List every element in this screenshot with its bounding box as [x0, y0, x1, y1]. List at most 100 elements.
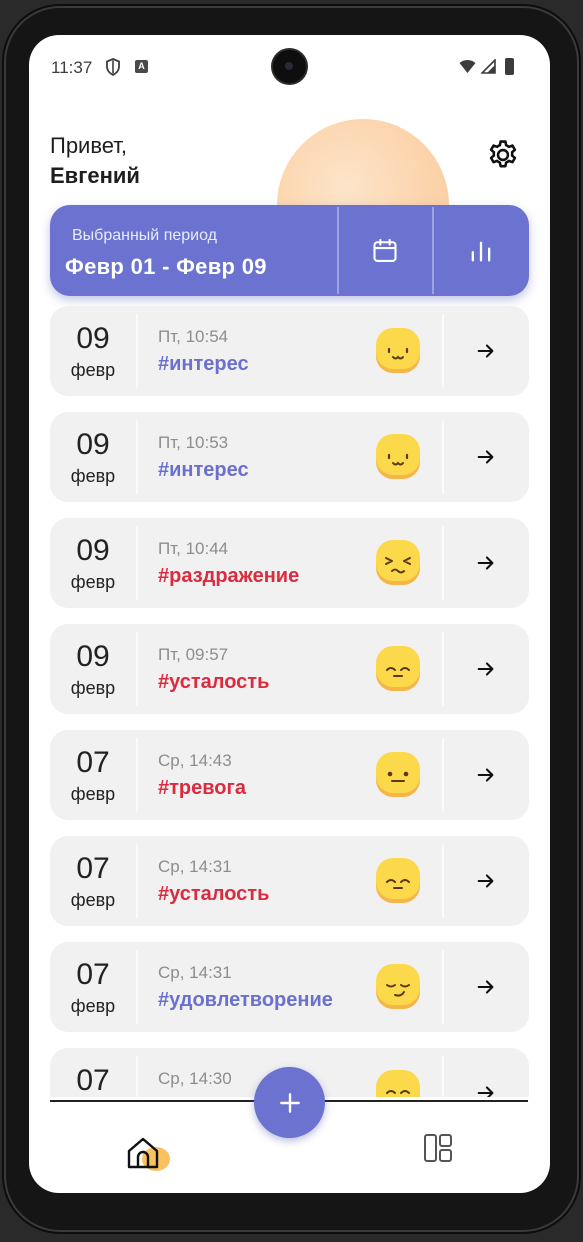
front-camera [273, 50, 306, 83]
nav-dashboard-tab[interactable] [421, 1131, 455, 1165]
entry-tag: #раздражение [158, 565, 300, 587]
entry-tag: #интерес [158, 459, 249, 481]
entry-card[interactable]: 09 февр Пт, 10:54 #интерес [50, 306, 529, 396]
bar-chart-icon [471, 241, 491, 262]
entry-time: Пт, 10:44 [158, 539, 229, 558]
arrow-right-icon [477, 980, 494, 994]
open-entry-button[interactable] [466, 542, 506, 584]
entry-tag: #усталость [158, 671, 270, 693]
divider [136, 844, 138, 918]
emoji-smile-icon [376, 434, 420, 479]
entry-day: 07 [76, 1064, 110, 1097]
divider [136, 950, 138, 1024]
divider [136, 1056, 138, 1097]
entry-tag: #удовлетворение [158, 989, 333, 1011]
arrow-right-icon [477, 874, 494, 888]
arrow-right-icon [477, 662, 494, 676]
status-bar: 11:37 A [29, 35, 550, 99]
home-icon [127, 1137, 170, 1171]
nav-home-tab[interactable] [123, 1129, 175, 1173]
entry-tag: #тревога [158, 777, 246, 799]
entry-day: 09 [76, 322, 110, 355]
divider [136, 632, 138, 706]
divider [432, 207, 434, 294]
arrow-right-icon [477, 556, 494, 570]
battery-icon [505, 58, 514, 75]
entry-month: февр [70, 784, 116, 804]
entry-card[interactable]: 09 февр Пт, 10:53 #интерес [50, 412, 529, 502]
user-name: Евгений [50, 163, 140, 188]
notification-icon: A [135, 60, 148, 73]
entry-time: Пт, 10:54 [158, 327, 229, 346]
entry-time: Ср, 14:31 [158, 857, 232, 876]
entry-time: Ср, 14:30 [158, 1069, 232, 1088]
open-entry-button[interactable] [466, 966, 506, 1008]
greeting: Привет, Евгений [50, 131, 140, 191]
entry-card[interactable]: 09 февр Пт, 10:44 #раздражение [50, 518, 529, 608]
divider [442, 844, 444, 918]
entry-time: Пт, 09:57 [158, 645, 229, 664]
open-entry-button[interactable] [466, 330, 506, 372]
greeting-text: Привет, [50, 133, 128, 158]
entry-month: февр [70, 572, 116, 592]
entry-card[interactable]: 09 февр Пт, 09:57 #усталость [50, 624, 529, 714]
entry-month: февр [70, 360, 116, 380]
entry-day: 09 [76, 428, 110, 461]
open-entry-button[interactable] [466, 860, 506, 902]
open-entry-button[interactable] [466, 1072, 506, 1097]
emoji-smile-icon [376, 328, 420, 373]
entry-day: 07 [76, 852, 110, 885]
entry-time: Пт, 10:53 [158, 433, 229, 452]
add-entry-button[interactable] [254, 1067, 325, 1138]
calendar-button[interactable] [356, 227, 414, 275]
entry-list: 09 февр Пт, 10:54 #интерес 09 февр Пт, 10:53 #и… [50, 306, 529, 1097]
entry-card[interactable]: 07 февр Ср, 14:31 #усталость [50, 836, 529, 926]
signal-icon [481, 59, 496, 74]
entry-month: февр [70, 890, 116, 910]
arrow-right-icon [477, 450, 494, 464]
emoji-smirk-icon [376, 964, 420, 1009]
arrow-right-icon [477, 768, 494, 782]
period-label: Выбранный период [72, 227, 217, 244]
divider [442, 526, 444, 600]
entry-month: февр [70, 996, 116, 1016]
gear-icon [489, 140, 517, 168]
open-entry-button[interactable] [466, 648, 506, 690]
divider [136, 738, 138, 812]
settings-button[interactable] [483, 135, 523, 175]
divider [442, 420, 444, 494]
entry-day: 07 [76, 958, 110, 991]
entry-time: Ср, 14:31 [158, 963, 232, 982]
entry-day: 09 [76, 534, 110, 567]
open-entry-button[interactable] [466, 754, 506, 796]
plus-icon [279, 1092, 300, 1113]
app-screen: 11:37 A Привет, Евгений Выбранный период… [29, 35, 550, 1193]
divider [136, 526, 138, 600]
divider [337, 207, 339, 294]
entry-time: Ср, 14:43 [158, 751, 232, 770]
shield-icon [106, 58, 120, 76]
period-card[interactable]: Выбранный период Февр 01 - Февр 09 [50, 205, 529, 296]
entry-tag: #усталость [158, 883, 270, 905]
period-range: Февр 01 - Февр 09 [65, 254, 267, 279]
entry-tag: #интерес [158, 353, 249, 375]
status-time: 11:37 [51, 58, 93, 77]
divider [136, 420, 138, 494]
entry-card[interactable]: 07 февр Ср, 14:43 #тревога [50, 730, 529, 820]
entry-card[interactable]: 07 февр Ср, 14:31 #удовлетворение [50, 942, 529, 1032]
open-entry-button[interactable] [466, 436, 506, 478]
emoji-happy-icon [376, 1070, 420, 1097]
divider [442, 738, 444, 812]
emoji-squint-icon [376, 540, 420, 585]
divider [442, 950, 444, 1024]
calendar-icon [373, 238, 397, 262]
emoji-tired-icon [376, 858, 420, 903]
dashboard-icon [424, 1134, 452, 1162]
stats-button[interactable] [452, 227, 510, 275]
arrow-right-icon [477, 1086, 494, 1097]
arrow-right-icon [477, 344, 494, 358]
entry-month: февр [70, 678, 116, 698]
wifi-icon [459, 60, 476, 73]
divider [136, 314, 138, 388]
entry-month: февр [70, 466, 116, 486]
